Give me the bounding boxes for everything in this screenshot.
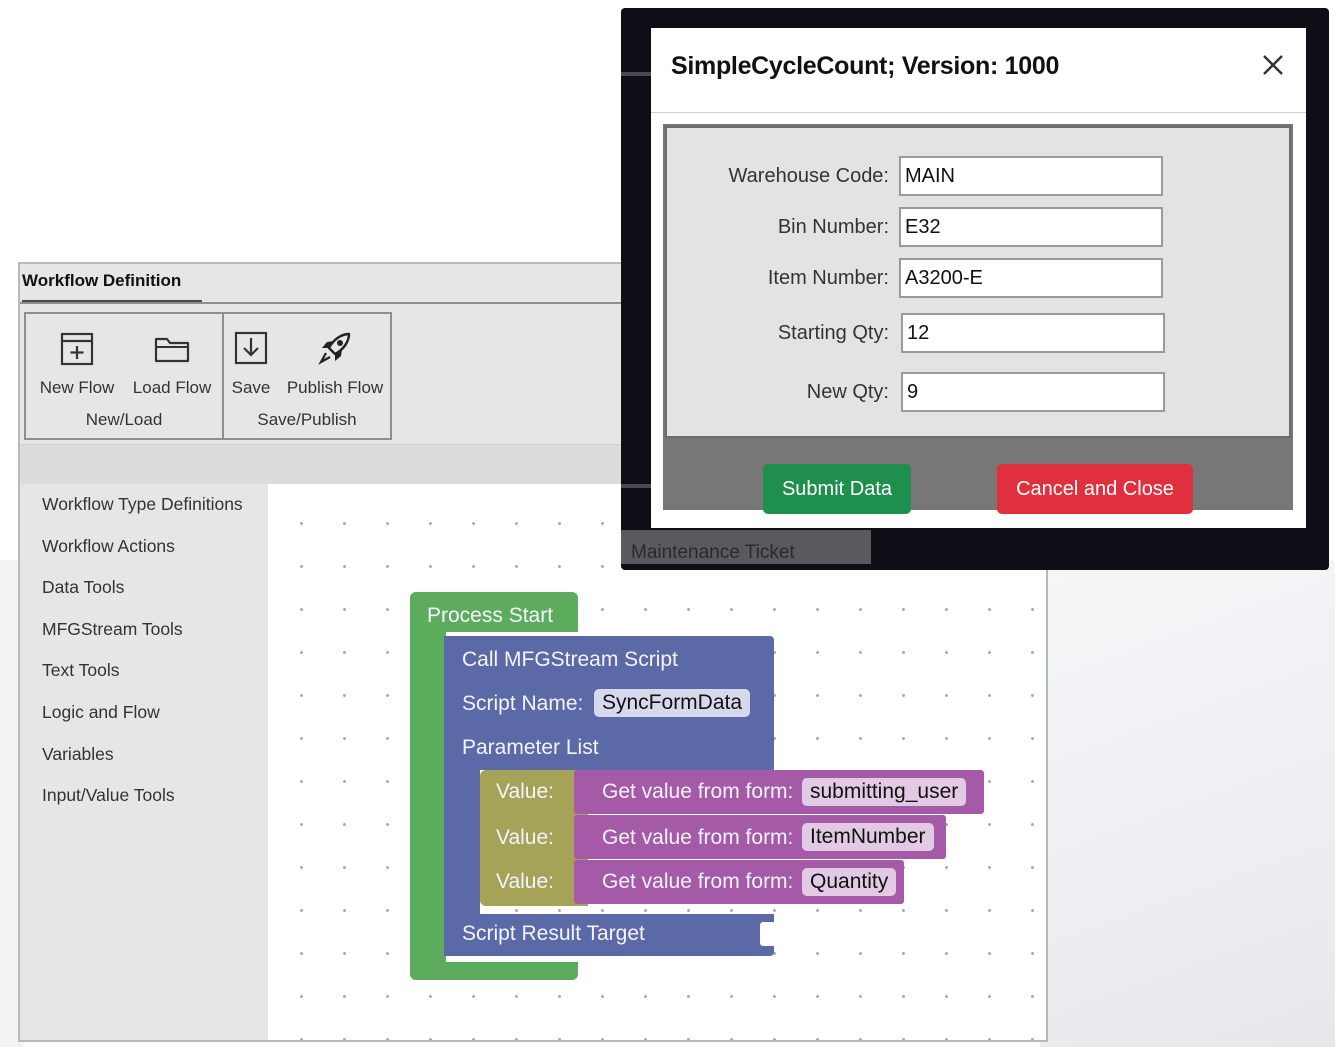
save-icon [234,331,268,365]
get-value-label: Get value from form: [602,826,794,849]
item-number-label: Item Number: [767,267,889,289]
value-label: Value: [496,780,554,803]
call-script-block-side [444,636,480,956]
save-button[interactable]: Save [226,324,276,398]
cancel-and-close-button[interactable]: Cancel and Close [997,464,1193,514]
new-flow-button[interactable]: New Flow [34,324,120,398]
toolbox-sidebar: Workflow Type Definitions Workflow Actio… [20,484,268,1040]
ribbon-group-label: Save/Publish [257,410,357,429]
ribbon-group-save-publish: Save Publish Flow Save/Publish [224,314,390,438]
value-label: Value: [496,826,554,849]
process-start-block-bottom [410,962,578,980]
sidebar-item-logic-and-flow[interactable]: Logic and Flow [20,692,268,734]
warehouse-code-label: Warehouse Code: [728,165,889,187]
sidebar-item-variables[interactable]: Variables [20,734,268,776]
sidebar-item-workflow-type-definitions[interactable]: Workflow Type Definitions [20,484,268,526]
warehouse-code-row: Warehouse Code: [667,156,1289,196]
dialog-header: SimpleCycleCount; Version: 1000 [651,28,1306,113]
sidebar-item-mfgstream-tools[interactable]: MFGStream Tools [20,609,268,651]
backdrop-divider [621,484,651,488]
load-flow-button[interactable]: Load Flow [126,324,218,398]
dialog-title: SimpleCycleCount; Version: 1000 [671,52,1060,80]
save-label: Save [231,378,271,397]
new-qty-input[interactable] [901,372,1165,412]
value-label: Value: [496,870,554,893]
sidebar-item-workflow-actions[interactable]: Workflow Actions [20,526,268,568]
bin-number-input[interactable] [899,207,1163,247]
ribbon-group-new-load: New Flow Load Flow New/Load [26,314,224,438]
load-flow-label: Load Flow [132,378,212,397]
starting-qty-input[interactable] [901,313,1165,353]
rocket-icon [318,332,351,365]
publish-flow-button[interactable]: Publish Flow [280,324,390,398]
close-button[interactable] [1256,48,1290,82]
maintenance-ticket-tab[interactable]: Maintenance Ticket [621,530,871,564]
param-field-quantity[interactable]: Quantity [802,868,897,896]
param-field-itemnumber[interactable]: ItemNumber [802,823,934,851]
ribbon-group-label: New/Load [85,410,163,429]
warehouse-code-input[interactable] [899,156,1163,196]
sidebar-item-text-tools[interactable]: Text Tools [20,650,268,692]
item-number-input[interactable] [899,258,1163,298]
sidebar-item-input-value-tools[interactable]: Input/Value Tools [20,775,268,817]
starting-qty-label: Starting Qty: [777,322,889,344]
sidebar-item-data-tools[interactable]: Data Tools [20,567,268,609]
get-value-label: Get value from form: [602,870,794,893]
get-value-label: Get value from form: [602,780,794,803]
close-icon [1263,55,1283,75]
call-script-label: Call MFGStream Script [462,648,678,671]
publish-flow-label: Publish Flow [286,378,384,397]
bin-number-row: Bin Number: [667,207,1289,247]
process-start-block-side [410,592,446,980]
script-result-target-label: Script Result Target [462,922,645,945]
result-input-notch [760,922,774,946]
new-qty-row: New Qty: [667,372,1289,412]
item-number-row: Item Number: [667,258,1289,298]
starting-qty-row: Starting Qty: [667,313,1289,353]
dialog-body: Warehouse Code: Bin Number: Item Number:… [663,124,1293,514]
backdrop-divider [621,72,651,76]
form-panel: Warehouse Code: Bin Number: Item Number:… [665,126,1291,438]
new-flow-label: New Flow [39,378,115,397]
window-title: Workflow Definition [22,268,202,303]
ribbon-toolbar: New Flow Load Flow New/Load Save Publish… [24,312,392,440]
folder-icon [154,337,190,363]
script-name-field[interactable]: SyncFormData [594,689,751,717]
simple-cycle-count-dialog: SimpleCycleCount; Version: 1000 Warehous… [651,28,1306,528]
bin-number-label: Bin Number: [777,216,889,238]
new-flow-icon [60,332,94,366]
submit-data-button[interactable]: Submit Data [763,464,911,514]
background-artwork [1040,560,1335,1047]
param-field-submitting-user[interactable]: submitting_user [802,778,967,806]
script-name-label: Script Name: [462,692,584,715]
parameter-list-label: Parameter List [462,736,599,759]
new-qty-label: New Qty: [806,381,889,403]
process-start-label: Process Start [427,604,554,627]
